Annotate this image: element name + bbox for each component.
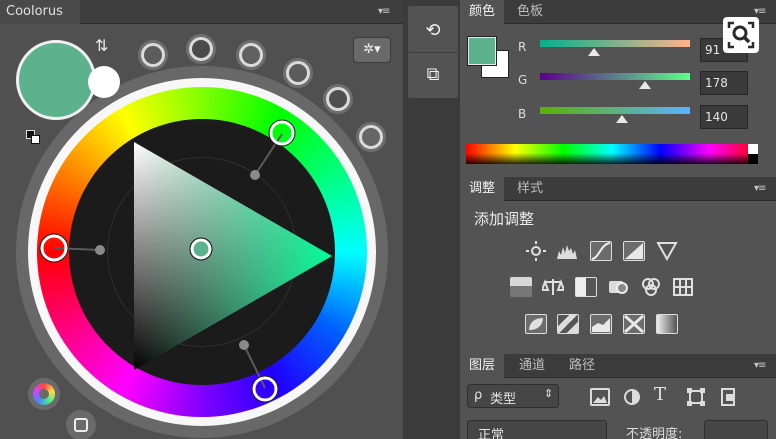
b-value-field[interactable]: 140 (700, 105, 748, 129)
g-value-field[interactable]: 178 (700, 71, 748, 95)
layers-panel-tabs: 图层 通道 路径 ▾≡ (460, 354, 776, 378)
layer-filter-select[interactable]: ρ 类型 ⇕ (467, 384, 559, 408)
opacity-label: 不透明度: (626, 427, 683, 439)
connector-dot (239, 340, 249, 350)
adjustments-menu-icon[interactable]: ▾≡ (754, 183, 766, 194)
coolorus-panel: Coolorus ▾≡ ✲▾ ⇅ (0, 0, 403, 439)
search-icon: ρ (474, 388, 483, 403)
foreground-color-swatch[interactable] (467, 36, 497, 66)
mixer-button[interactable] (66, 410, 96, 439)
triangle-picker[interactable] (0, 0, 403, 439)
adjustments-panel-tabs: 调整 样式 ▾≡ (460, 177, 776, 201)
color-mode-button[interactable] (28, 378, 60, 410)
r-slider[interactable] (540, 40, 690, 47)
g-slider[interactable] (540, 73, 690, 80)
vibrance-icon[interactable] (656, 241, 678, 262)
smart-object-filter-icon[interactable] (718, 388, 738, 406)
hue-handle-green (269, 120, 295, 146)
opacity-field[interactable] (704, 420, 768, 439)
selective-color-icon[interactable] (623, 314, 645, 334)
tab-channels[interactable]: 通道 (510, 354, 554, 378)
history-icon: ⟲ (425, 20, 441, 41)
black-white-icon[interactable] (575, 277, 597, 297)
adjustment-filter-icon[interactable] (622, 388, 642, 406)
square-icon (74, 418, 88, 432)
gradient-map-icon[interactable] (656, 314, 678, 334)
tab-adjustments[interactable]: 调整 (460, 177, 505, 201)
tab-styles[interactable]: 样式 (508, 177, 552, 201)
color-balance-icon[interactable] (540, 277, 566, 297)
color-spectrum-bar[interactable] (466, 144, 758, 164)
updown-icon: ⇕ (544, 387, 554, 400)
b-label: B (518, 107, 527, 121)
shape-filter-icon[interactable] (686, 388, 706, 406)
zoom-overlay-button[interactable] (723, 17, 759, 53)
invert-icon[interactable] (525, 314, 547, 334)
filter-type-label: 类型 (490, 392, 517, 407)
r-label: R (518, 40, 527, 54)
tab-layers[interactable]: 图层 (460, 354, 505, 378)
b-slider[interactable] (540, 107, 690, 114)
hue-handle-blue (252, 376, 278, 402)
black-white-swatch[interactable] (748, 144, 758, 164)
levels-icon[interactable] (556, 241, 578, 261)
search-icon (727, 21, 755, 49)
adjustments-panel: 调整 样式 ▾≡ 添加调整 (460, 177, 776, 353)
tab-color[interactable]: 颜色 (460, 0, 505, 24)
color-panel-menu-icon[interactable]: ▾≡ (754, 6, 766, 17)
history-button[interactable]: ⟲ (413, 14, 453, 48)
g-label: G (518, 73, 528, 87)
layers-menu-icon[interactable]: ▾≡ (754, 360, 766, 371)
channel-mixer-icon[interactable] (640, 277, 662, 297)
tab-paths[interactable]: 路径 (560, 354, 604, 378)
text-filter-icon[interactable]: T (654, 384, 674, 405)
color-lookup-icon[interactable] (672, 277, 694, 297)
photo-filter-icon[interactable] (607, 277, 629, 297)
properties-button[interactable]: ⧉ (413, 58, 453, 92)
triangle-hue-layer (134, 142, 332, 370)
tab-swatches[interactable]: 色板 (508, 0, 552, 24)
connector-line (254, 133, 283, 176)
g-slider-thumb[interactable] (638, 81, 651, 89)
layers-panel: 图层 通道 路径 ▾≡ ρ 类型 ⇕ T 正常 不透明度: (460, 354, 776, 439)
connector-dot (95, 245, 105, 255)
b-slider-thumb[interactable] (616, 115, 629, 123)
connector-dot (250, 170, 260, 180)
exposure-icon[interactable] (623, 241, 645, 261)
blend-mode-select[interactable]: 正常 (467, 420, 607, 439)
connector-line (53, 247, 101, 251)
add-adjustment-title: 添加调整 (474, 210, 535, 228)
brightness-icon[interactable] (525, 241, 547, 261)
curves-icon[interactable] (590, 241, 612, 261)
blend-mode-value: 正常 (478, 428, 505, 439)
hue-saturation-icon[interactable] (510, 277, 532, 297)
properties-icon: ⧉ (426, 64, 440, 85)
pixel-filter-icon[interactable] (590, 388, 610, 406)
docked-tools-column: ⟲ ⧉ (403, 0, 460, 439)
posterize-icon[interactable] (557, 314, 579, 334)
threshold-icon[interactable] (590, 314, 612, 334)
r-slider-thumb[interactable] (587, 48, 600, 56)
color-selection-point (190, 238, 212, 260)
